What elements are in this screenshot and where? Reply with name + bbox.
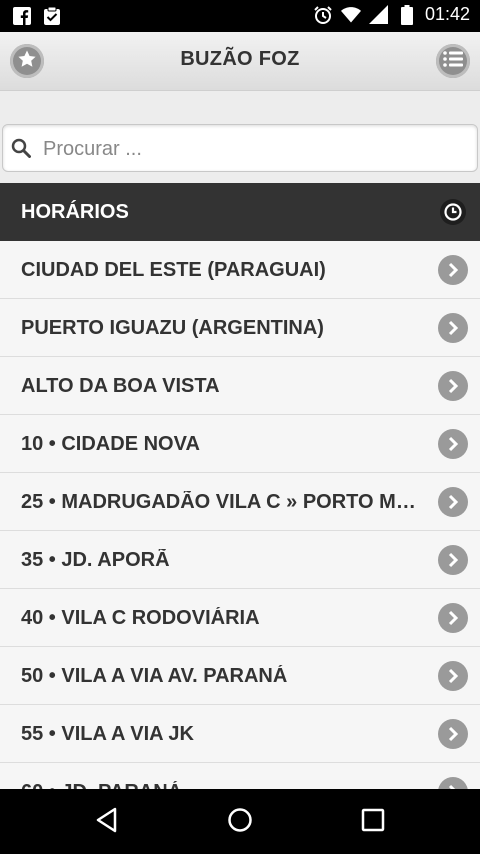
search-box [2,124,478,173]
route-row[interactable]: 55 • VILA A VIA JK [0,705,480,763]
route-label: 50 • VILA A VIA AV. PARANÁ [21,665,288,687]
route-row[interactable]: ALTO DA BOA VISTA [0,357,480,415]
route-label: CIUDAD DEL ESTE (PARAGUAI) [21,259,326,281]
route-label: 25 • MADRUGADÃO VILA C » PORTO MEIRA [21,491,426,513]
route-label: 55 • VILA A VIA JK [21,723,194,745]
route-label: 10 • CIDADE NOVA [21,433,200,455]
chevron-right-icon [438,313,468,343]
app-bar: BUZÃO FOZ [0,32,480,91]
route-row[interactable]: 35 • JD. APORÃ [0,531,480,589]
chevron-right-icon [438,661,468,691]
route-label: 35 • JD. APORÃ [21,549,170,571]
home-icon [227,807,253,838]
list-header-horarios[interactable]: HORÁRIOS [0,183,480,241]
chevron-right-icon [438,371,468,401]
chevron-right-icon [438,545,468,575]
route-row[interactable]: 60 • JD. PARANÁ [0,763,480,789]
search-input[interactable] [41,125,475,173]
route-row[interactable]: 25 • MADRUGADÃO VILA C » PORTO MEIRA [0,473,480,531]
route-row[interactable]: 40 • VILA C RODOVIÁRIA [0,589,480,647]
route-label: ALTO DA BOA VISTA [21,375,220,397]
status-bar: 01:42 [0,0,480,32]
list-icon [443,50,463,72]
home-button[interactable] [225,807,255,837]
search-bar [0,120,480,176]
chevron-right-icon [438,777,468,789]
clock-icon [440,199,466,225]
wifi-icon [340,5,361,25]
recents-button[interactable] [358,807,388,837]
alarm-icon [313,5,333,25]
chevron-right-icon [438,487,468,517]
route-row[interactable]: 10 • CIDADE NOVA [0,415,480,473]
chevron-right-icon [438,255,468,285]
chevron-right-icon [438,603,468,633]
route-row[interactable]: 50 • VILA A VIA AV. PARANÁ [0,647,480,705]
facebook-icon [12,6,32,26]
back-icon [95,807,119,838]
system-nav-bar [0,789,480,854]
route-row[interactable]: CIUDAD DEL ESTE (PARAGUAI) [0,241,480,299]
route-label: 60 • JD. PARANÁ [21,781,426,789]
route-label: PUERTO IGUAZU (ARGENTINA) [21,317,324,339]
menu-list-button[interactable] [436,44,470,78]
list-header-label: HORÁRIOS [21,201,129,223]
route-label: 40 • VILA C RODOVIÁRIA [21,607,260,629]
chevron-right-icon [438,719,468,749]
route-row[interactable]: PUERTO IGUAZU (ARGENTINA) [0,299,480,357]
battery-icon [397,4,417,25]
search-icon [11,138,31,158]
status-time: 01:42 [424,4,470,24]
recents-icon [361,808,385,837]
chevron-right-icon [438,429,468,459]
back-button[interactable] [92,807,122,837]
page-title: BUZÃO FOZ [180,48,300,70]
signal-icon [368,4,389,25]
clipboard-check-icon [42,6,62,26]
route-list: CIUDAD DEL ESTE (PARAGUAI) PUERTO IGUAZU… [0,241,480,789]
